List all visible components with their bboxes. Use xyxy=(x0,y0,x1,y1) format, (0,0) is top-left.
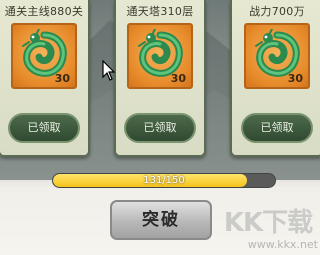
claimed-button[interactable]: 已领取 xyxy=(8,113,80,143)
reward-count: 30 xyxy=(287,72,303,85)
breakthrough-button[interactable]: 突破 xyxy=(110,200,212,240)
reward-card-title: 通天塔310层 xyxy=(126,5,194,18)
reward-card-title: 通关主线880关 xyxy=(4,5,84,18)
claimed-button[interactable]: 已领取 xyxy=(124,113,196,143)
reward-item-slot[interactable]: 30 xyxy=(127,23,193,89)
watermark: KK下载 www.kkx.net xyxy=(218,196,318,254)
reward-item-slot[interactable]: 30 xyxy=(11,23,77,89)
claimed-button[interactable]: 已领取 xyxy=(241,113,313,143)
reward-item-slot[interactable]: 30 xyxy=(244,23,310,89)
reward-card-tower: 通天塔310层 30 已领取 xyxy=(114,0,206,157)
reward-count: 30 xyxy=(170,72,186,85)
mouse-cursor-icon xyxy=(102,60,116,81)
reward-card-power: 战力700万 30 已领取 xyxy=(230,0,320,157)
reward-card-main-stage: 通关主线880关 30 已领取 xyxy=(0,0,90,157)
breakthrough-progress-bar: 131/150 xyxy=(52,173,276,188)
reward-card-title: 战力700万 xyxy=(249,5,305,18)
watermark-brand: KK下载 xyxy=(223,208,313,238)
watermark-url: www.kkx.net xyxy=(247,238,318,251)
reward-count: 30 xyxy=(54,72,70,85)
progress-text: 131/150 xyxy=(143,175,185,186)
